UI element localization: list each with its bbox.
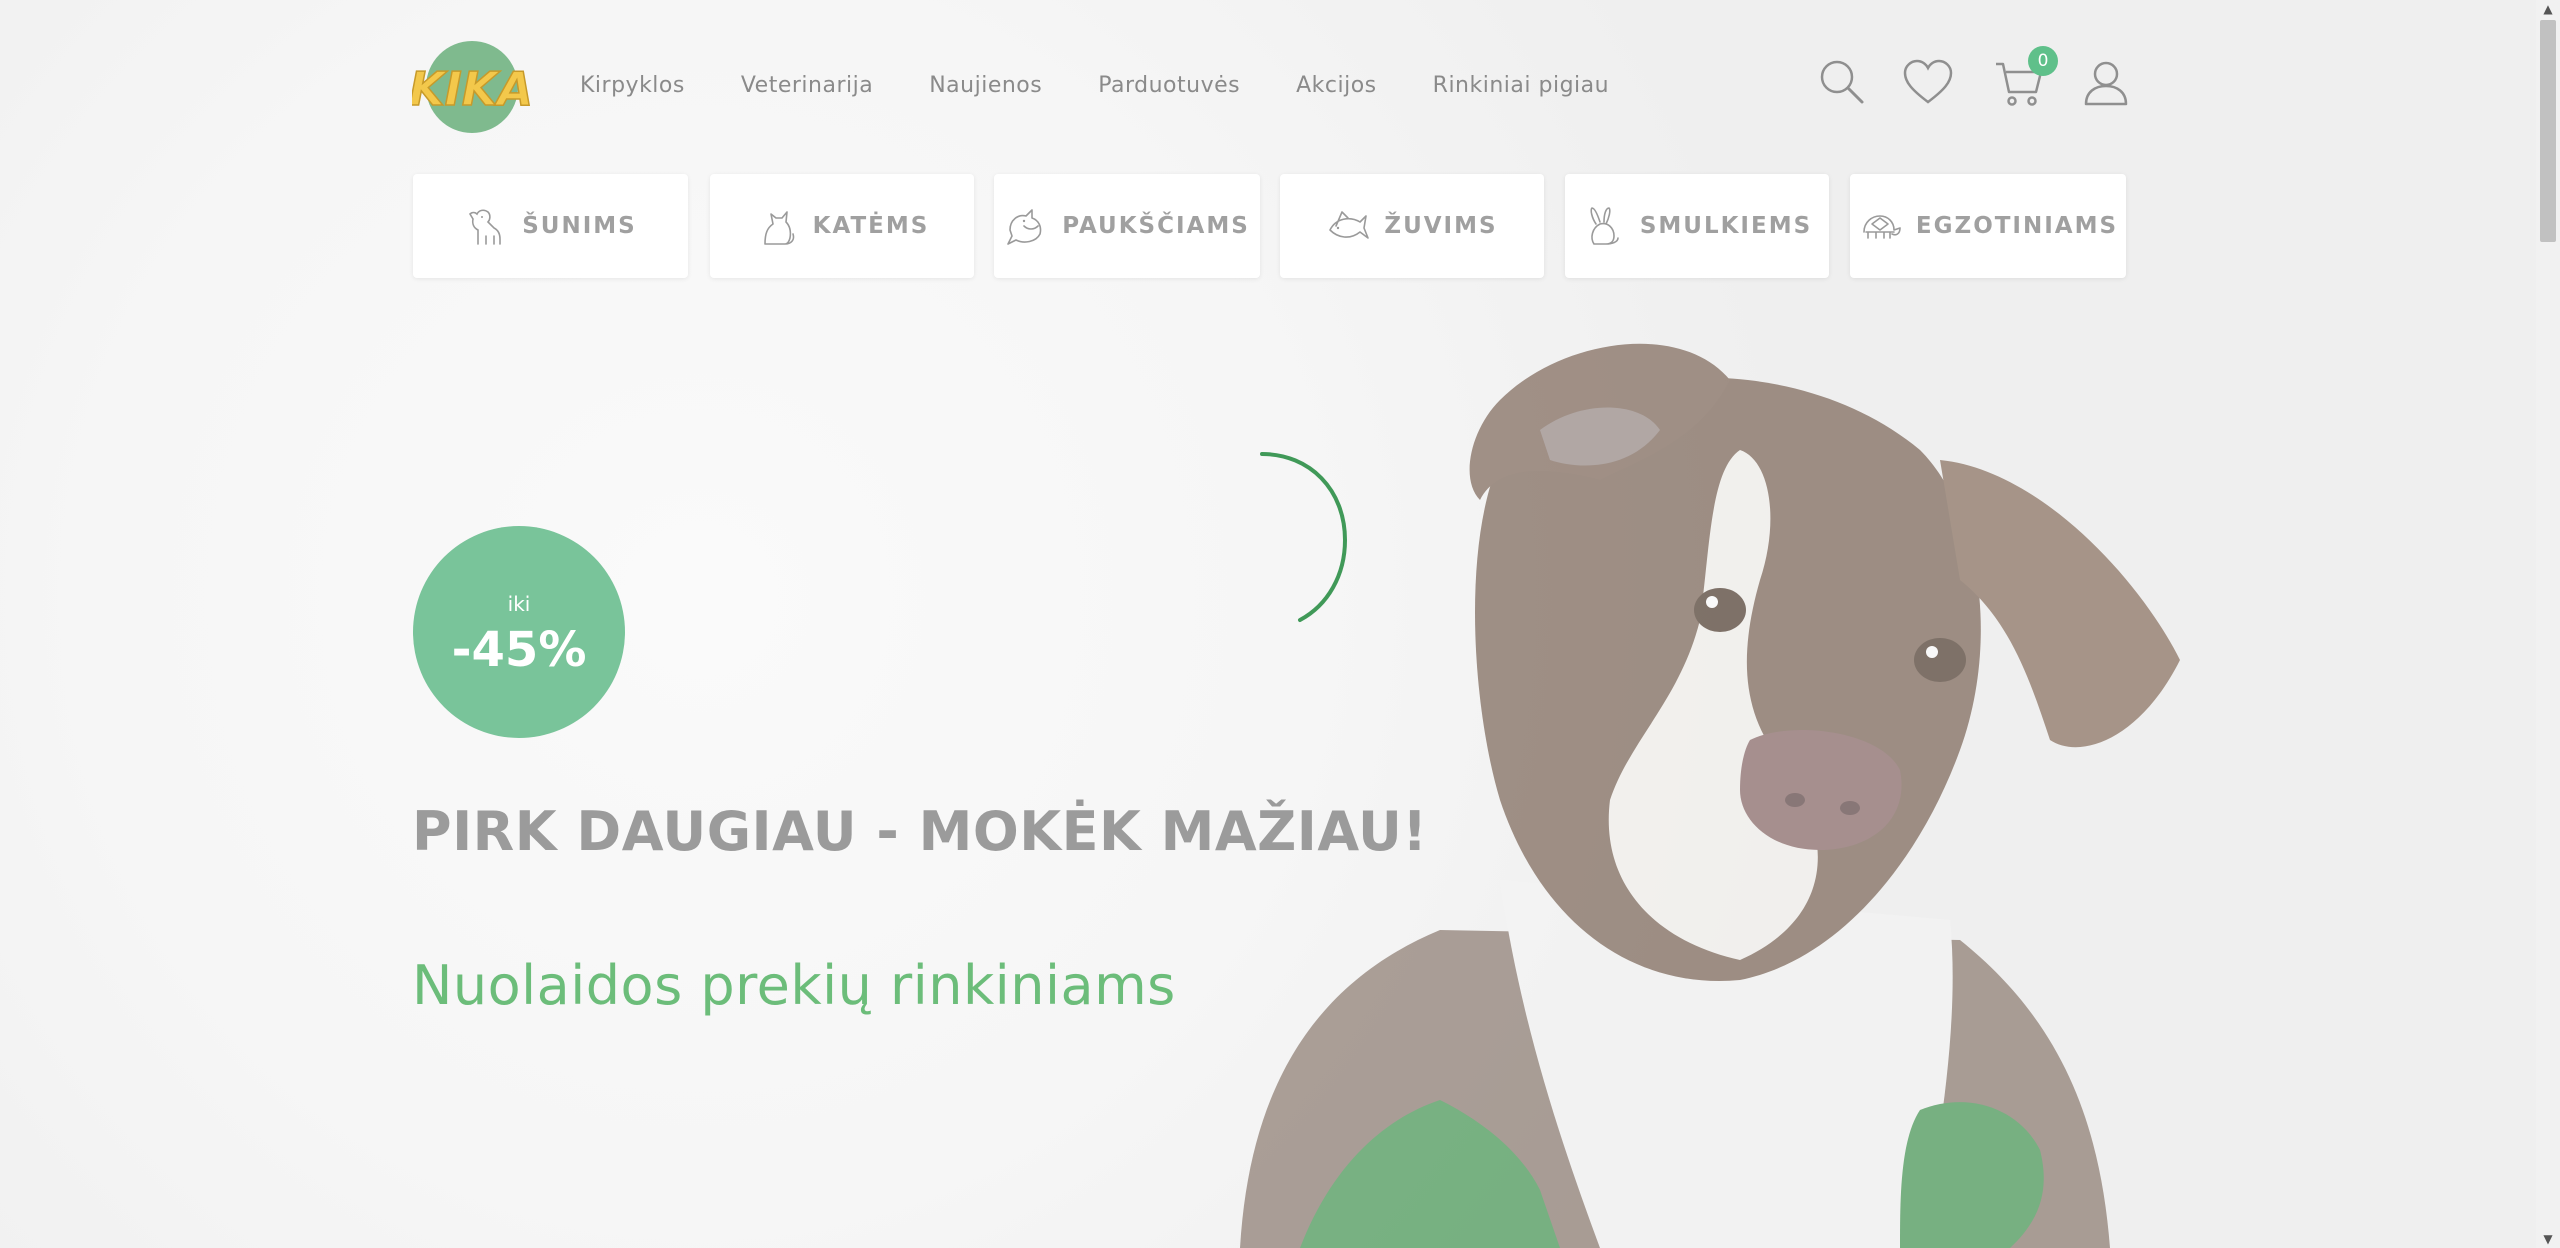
- nav-link-parduotuves[interactable]: Parduotuvės: [1098, 70, 1240, 102]
- kika-logo[interactable]: KIKA: [408, 40, 534, 134]
- cart-count-badge: 0: [2028, 46, 2058, 76]
- discount-badge: iki -45%: [413, 526, 625, 738]
- page-scrollbar[interactable]: ▲ ▼: [2536, 0, 2560, 1248]
- bird-icon: [1007, 209, 1042, 245]
- fish-icon: [1329, 211, 1370, 239]
- category-sunims[interactable]: ŠUNIMS: [413, 174, 688, 278]
- category-label: EGZOTINIAMS: [1915, 213, 2119, 239]
- logo-text: KIKA: [412, 62, 530, 116]
- discount-badge-prefix: iki: [507, 592, 531, 616]
- category-label: SMULKIEMS: [1639, 213, 1813, 239]
- main-nav: Kirpyklos Veterinarija Naujienos Parduot…: [580, 70, 1665, 102]
- category-label: PAUKŠČIAMS: [1062, 213, 1250, 239]
- user-icon[interactable]: [2080, 58, 2132, 110]
- nav-link-kirpyklos[interactable]: Kirpyklos: [580, 70, 685, 102]
- category-label: KATĖMS: [812, 213, 930, 239]
- scroll-up-arrow-icon[interactable]: ▲: [2536, 0, 2560, 18]
- turtle-icon: [1863, 215, 1901, 239]
- nav-link-akcijos[interactable]: Akcijos: [1296, 70, 1377, 102]
- hero-headline: PIRK DAUGIAU - MOKĖK MAŽIAU!: [412, 800, 1428, 863]
- discount-badge-value: -45%: [451, 622, 587, 678]
- nav-link-veterinarija[interactable]: Veterinarija: [741, 70, 873, 102]
- rabbit-icon: [1590, 207, 1619, 245]
- dog-icon: [469, 209, 502, 245]
- dog-hero-image: [1240, 343, 2180, 1248]
- scroll-thumb[interactable]: [2540, 20, 2556, 242]
- nav-link-rinkiniai-pigiau[interactable]: Rinkiniai pigiau: [1433, 70, 1609, 102]
- category-label: ŽUVIMS: [1384, 213, 1498, 239]
- nav-link-naujienos[interactable]: Naujienos: [929, 70, 1042, 102]
- category-katems[interactable]: KATĖMS: [710, 174, 974, 278]
- category-label: ŠUNIMS: [522, 213, 637, 239]
- category-smulkiems[interactable]: SMULKIEMS: [1565, 174, 1829, 278]
- category-pauksciams[interactable]: PAUKŠČIAMS: [994, 174, 1260, 278]
- category-egzotiniams[interactable]: EGZOTINIAMS: [1850, 174, 2126, 278]
- cat-icon: [763, 211, 794, 245]
- search-icon[interactable]: [1816, 56, 1868, 108]
- scroll-down-arrow-icon[interactable]: ▼: [2536, 1230, 2560, 1248]
- category-zuvims[interactable]: ŽUVIMS: [1280, 174, 1544, 278]
- hero-subline[interactable]: Nuolaidos prekių rinkiniams: [412, 954, 1176, 1017]
- heart-icon[interactable]: [1902, 58, 1954, 110]
